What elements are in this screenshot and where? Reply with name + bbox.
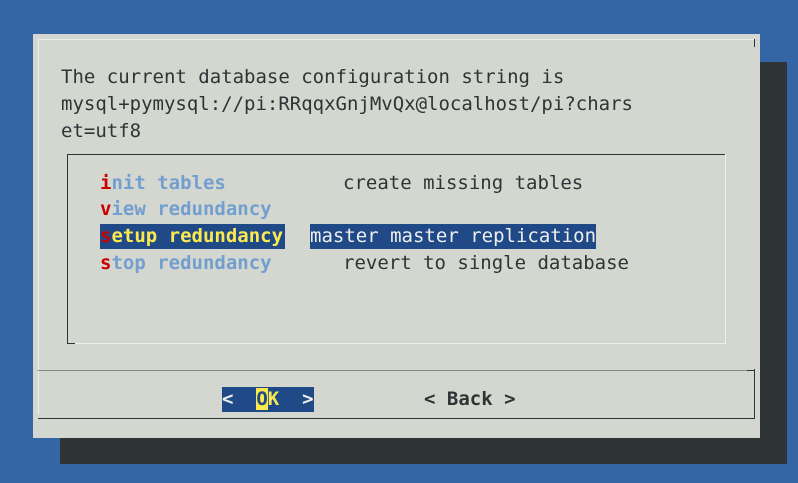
menu-dialog: The current database configuration strin… (33, 34, 760, 438)
prompt-line-2: mysql+pymysql://pi:RRqqxGnjMvQx@localhos… (61, 93, 633, 115)
menu-item-init-tables[interactable]: init tables create missing tables (100, 171, 583, 196)
menu-item-description: revert to single database (343, 252, 629, 274)
prompt-line-3: et=utf8 (61, 120, 142, 142)
dialog-prompt: The current database configuration strin… (61, 64, 661, 145)
menu-item-tag: stop redundancy (100, 252, 272, 274)
prompt-line-1: The current database configuration strin… (61, 66, 565, 88)
menu-item-setup-redundancy[interactable]: setup redundancy master master replicatio… (100, 224, 597, 249)
menu-item-tag: view redundancy (100, 198, 272, 220)
back-button[interactable]: < Back > (424, 387, 516, 412)
menu-item-view-redundancy[interactable]: view redundancy (100, 197, 343, 222)
menu-item-description: create missing tables (343, 172, 584, 194)
menu-item-tag: init tables (100, 172, 226, 194)
menu-item-description: master master replication (310, 224, 597, 249)
menu-item-tag: setup redundancy (100, 224, 286, 249)
menu-item-stop-redundancy[interactable]: stop redundancy revert to single database (100, 251, 629, 276)
button-divider (38, 370, 755, 371)
ok-button[interactable]: < OK > (222, 387, 314, 412)
